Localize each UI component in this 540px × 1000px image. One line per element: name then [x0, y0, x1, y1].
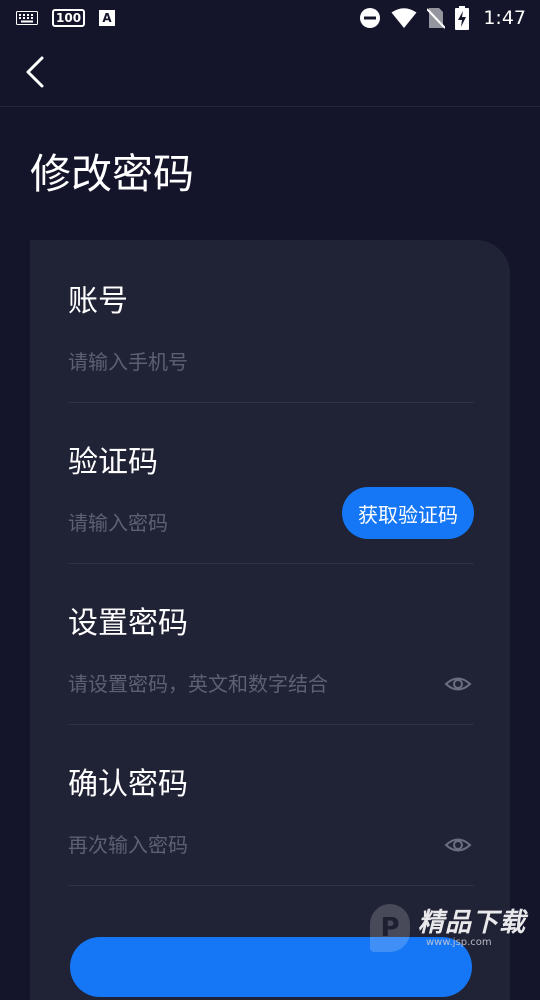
code-field: 验证码 获取验证码	[68, 443, 474, 564]
confirm-input-row	[68, 825, 474, 865]
code-input-row: 获取验证码	[68, 487, 474, 543]
password-divider	[68, 724, 474, 725]
font-notification-icon: A	[99, 10, 116, 26]
watermark-url: www.jsp.com	[426, 936, 492, 948]
wifi-icon	[391, 8, 417, 28]
form-card: 账号 验证码 获取验证码 设置密码 确认密码	[30, 240, 510, 1000]
confirm-field: 确认密码	[68, 765, 474, 886]
toolbar	[0, 36, 540, 107]
confirm-visibility-eye-icon[interactable]	[444, 831, 472, 859]
battery-level-badge: 100	[52, 9, 86, 27]
do-not-disturb-icon	[360, 8, 381, 28]
battery-charging-icon	[455, 6, 470, 30]
confirm-label: 确认密码	[68, 767, 188, 802]
code-divider	[68, 563, 474, 564]
password-input[interactable]	[68, 672, 444, 696]
watermark-title: 精品下载	[418, 907, 527, 938]
password-label: 设置密码	[68, 606, 188, 641]
no-sim-icon	[427, 8, 446, 29]
confirm-input[interactable]	[68, 833, 444, 857]
back-button[interactable]	[20, 54, 56, 90]
status-time: 1:47	[483, 7, 526, 29]
watermark-logo: P	[370, 904, 410, 952]
watermark-text: 精品下载 www.jsp.com	[418, 909, 526, 948]
get-code-button[interactable]: 获取验证码	[342, 487, 474, 539]
watermark-logo-letter: P	[380, 913, 400, 943]
account-label: 账号	[68, 284, 128, 319]
status-bar-left: 100 A	[16, 9, 116, 27]
account-field: 账号	[68, 282, 474, 403]
page-title: 修改密码	[30, 150, 194, 198]
password-visibility-eye-icon[interactable]	[444, 670, 472, 698]
status-bar: 100 A 1:47	[0, 0, 540, 36]
password-field: 设置密码	[68, 604, 474, 725]
code-label: 验证码	[68, 445, 158, 480]
account-input[interactable]	[68, 350, 474, 374]
watermark: P 精品下载 www.jsp.com	[370, 896, 540, 960]
password-input-row	[68, 664, 474, 704]
status-bar-right: 1:47	[359, 6, 526, 30]
account-input-row	[68, 342, 474, 382]
keyboard-icon	[16, 11, 38, 25]
account-divider	[68, 402, 474, 403]
back-arrow-icon	[26, 56, 44, 88]
confirm-divider	[68, 885, 474, 886]
